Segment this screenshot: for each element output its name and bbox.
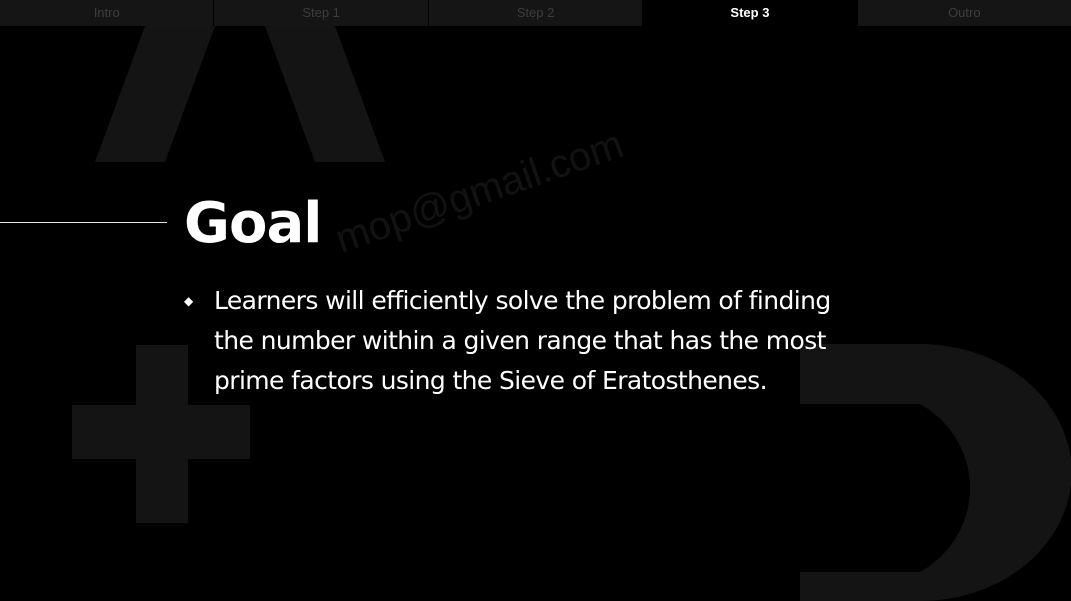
decorative-a-shape-icon: [95, 26, 387, 164]
diamond-bullet-icon: ◆: [184, 294, 194, 308]
tab-step-3[interactable]: Step 3: [643, 0, 858, 26]
tab-outro[interactable]: Outro: [857, 0, 1071, 26]
slide-canvas: Intro Step 1 Step 2 Step 3 Outro mop@gma…: [0, 0, 1071, 601]
slide-title: Goal: [184, 191, 322, 256]
tab-step-1[interactable]: Step 1: [214, 0, 429, 26]
tab-step-2[interactable]: Step 2: [428, 0, 644, 26]
title-rule-divider: [0, 222, 167, 223]
bullet-text: Learners will efficiently solve the prob…: [214, 286, 831, 395]
goal-bullet-list: ◆ Learners will efficiently solve the pr…: [183, 281, 883, 401]
list-item: ◆ Learners will efficiently solve the pr…: [183, 281, 883, 401]
step-tab-bar: Intro Step 1 Step 2 Step 3 Outro: [0, 0, 1071, 26]
tab-intro[interactable]: Intro: [0, 0, 215, 26]
